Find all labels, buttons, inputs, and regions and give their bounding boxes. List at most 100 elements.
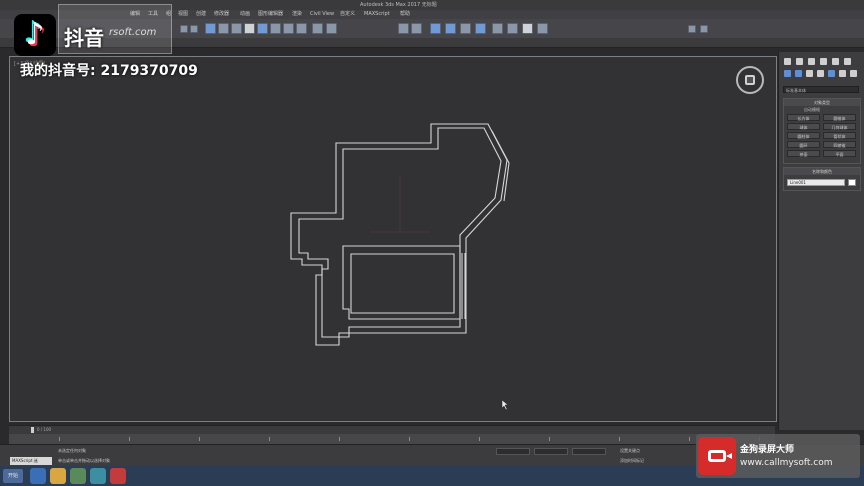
geometry-icon[interactable] [784,70,791,77]
workspace-dropdown-icon[interactable] [700,25,708,33]
site-watermark-text: rsoft.com [109,27,157,38]
add-time-tag-label[interactable]: 添加时间标记 [620,458,644,464]
reference-coord-icon[interactable] [283,23,294,34]
cylinder-button[interactable]: 圆柱体 [787,132,820,139]
object-color-swatch[interactable] [848,179,856,186]
time-slider-thumb[interactable] [31,427,34,433]
workspace-icon[interactable] [688,25,696,33]
viewport[interactable]: [+][顶][线框] [9,56,777,422]
viewcube-icon[interactable] [736,66,764,94]
interior-room-outline [342,245,461,320]
3dsmax-taskbar-icon[interactable] [90,468,106,484]
track-tick [129,437,130,441]
teapot-button[interactable]: 茶壶 [787,150,820,157]
cameras-icon[interactable] [817,70,824,77]
track-tick [339,437,340,441]
region-select-icon[interactable] [231,23,242,34]
snap-icon[interactable] [312,23,323,34]
torus-button[interactable]: 圆环 [787,141,820,148]
menu-item-create[interactable]: 创建 [196,10,206,19]
layer-icon[interactable] [430,23,441,34]
curve-editor-icon[interactable] [445,23,456,34]
geosphere-button[interactable]: 几何球体 [823,123,856,130]
mirror-icon[interactable] [398,23,409,34]
utilities-tab-icon[interactable] [844,58,851,65]
start-button[interactable]: 开始 [3,469,23,483]
track-tick [619,437,620,441]
x-coordinate-field[interactable] [496,448,530,455]
display-tab-icon[interactable] [832,58,839,65]
z-coordinate-field[interactable] [572,448,606,455]
shapes-icon[interactable] [795,70,802,77]
time-slider-label: 0 / 100 [37,427,52,432]
prompt-status-text: 单击或单击并拖动以选择对象 [58,458,110,463]
box-button[interactable]: 长方体 [787,114,820,121]
redo-icon[interactable] [190,25,198,33]
explorer-icon[interactable] [50,468,66,484]
align-icon[interactable] [411,23,422,34]
render-frame-icon[interactable] [507,23,518,34]
recorder-taskbar-icon[interactable] [110,468,126,484]
world-pivot-marker [370,177,430,233]
track-tick [409,437,410,441]
menu-item-animation[interactable]: 动画 [240,10,250,19]
menu-item-graph-editors[interactable]: 图形编辑器 [258,10,283,19]
pivot-icon[interactable] [296,23,307,34]
autogrid-checkbox[interactable]: 自动栅格 [804,107,820,113]
angle-snap-icon[interactable] [326,23,337,34]
menu-item-views[interactable]: 视图 [178,10,188,19]
pyramid-button[interactable]: 四棱锥 [823,141,856,148]
menu-item-help[interactable]: 帮助 [400,10,410,19]
menu-item-civil-view[interactable]: Civil View [310,10,334,19]
object-category-dropdown[interactable]: 标准基本体 [783,86,859,93]
object-type-header[interactable]: 对象类型 [784,99,860,106]
lights-icon[interactable] [806,70,813,77]
render-setup-icon[interactable] [492,23,503,34]
name-and-color-header[interactable]: 名称和颜色 [784,168,860,175]
plane-button[interactable]: 平面 [823,150,856,157]
rotate-icon[interactable] [257,23,268,34]
media-player-icon[interactable] [70,468,86,484]
track-tick [59,437,60,441]
menu-item-customize[interactable]: 自定义 [340,10,355,19]
systems-icon[interactable] [850,70,857,77]
maxscript-listener-field[interactable]: MAXScript 迷 [10,457,52,465]
render-icon[interactable] [522,23,533,34]
interior-room-inner [350,253,455,314]
select-by-name-icon[interactable] [218,23,229,34]
material-editor-icon[interactable] [475,23,486,34]
tube-button[interactable]: 管状体 [823,132,856,139]
menu-item-rendering[interactable]: 渲染 [292,10,302,19]
menu-item-maxscript[interactable]: MAXScript [364,10,390,19]
set-key-label[interactable]: 设置关键点 [620,448,640,454]
hierarchy-tab-icon[interactable] [808,58,815,65]
modify-tab-icon[interactable] [796,58,803,65]
tiktok-logo-icon: ♪ [14,14,56,56]
space-warps-icon[interactable] [839,70,846,77]
cone-button[interactable]: 圆锥体 [823,114,856,121]
schematic-view-icon[interactable] [460,23,471,34]
time-slider[interactable]: 0 / 100 [9,425,775,434]
recorder-title: 金狗录屏大师 [740,445,795,455]
scale-icon[interactable] [270,23,281,34]
tiktok-name: 抖音 [64,26,104,50]
move-icon[interactable] [244,23,255,34]
y-coordinate-field[interactable] [534,448,568,455]
menu-item-modifiers[interactable]: 修改器 [214,10,229,19]
floor-plan-drawing [290,123,510,411]
create-tab-icon[interactable] [784,58,791,65]
track-tick [269,437,270,441]
window-title: Autodesk 3ds Max 2017 无标题 [360,2,437,8]
ie-icon[interactable] [30,468,46,484]
render-production-icon[interactable] [537,23,548,34]
undo-icon[interactable] [180,25,188,33]
command-panel-tabs [782,56,862,78]
object-name-field[interactable]: Line001 [787,179,845,186]
motion-tab-icon[interactable] [820,58,827,65]
track-tick [549,437,550,441]
command-panel: 标准基本体 对象类型 自动栅格 长方体 圆锥体 球体 几何球体 圆柱体 管状体 … [778,52,864,430]
track-bar[interactable] [9,434,775,444]
select-icon[interactable] [205,23,216,34]
sphere-button[interactable]: 球体 [787,123,820,130]
helpers-icon[interactable] [828,70,835,77]
